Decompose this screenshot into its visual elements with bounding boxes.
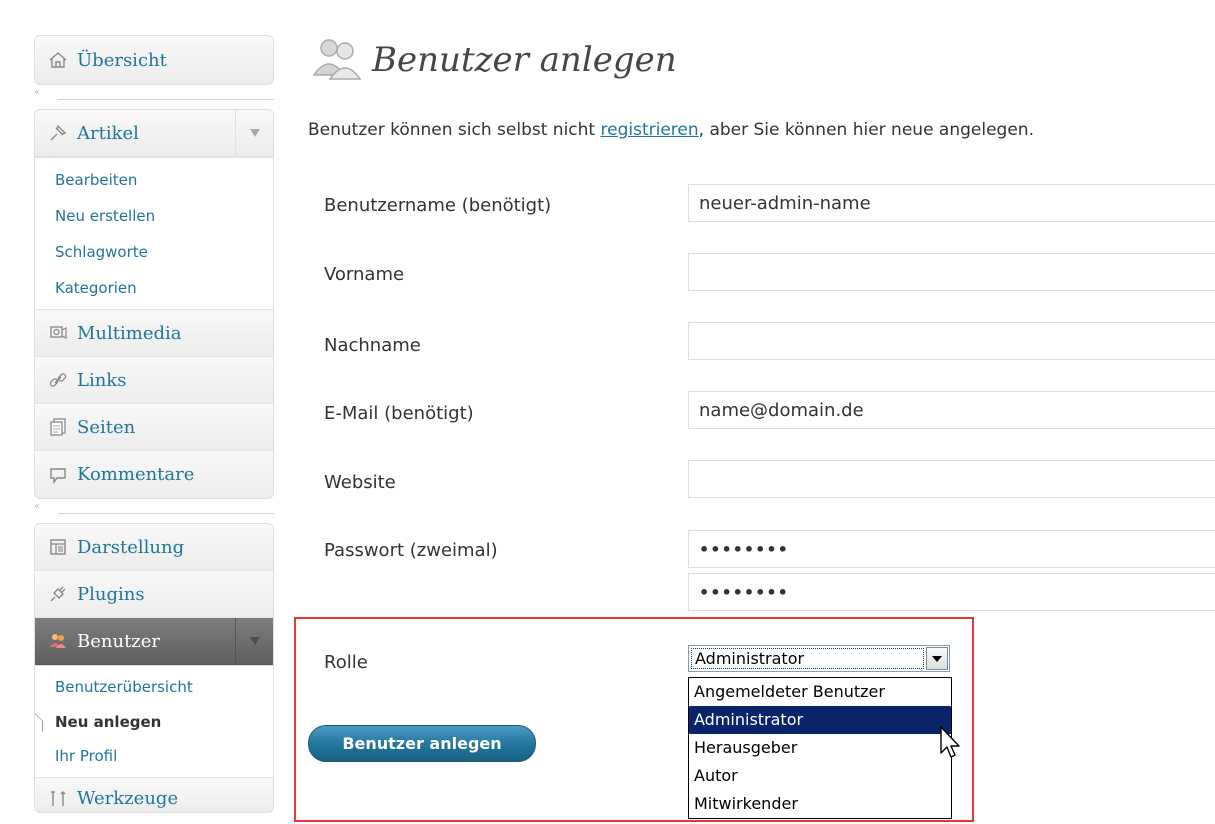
- tools-icon: [47, 788, 69, 810]
- menu-label-comments: Kommentare: [77, 464, 195, 485]
- submenu-add-new-user[interactable]: Neu anlegen: [35, 705, 273, 740]
- role-option-subscriber[interactable]: Angemeldeter Benutzer: [689, 678, 951, 706]
- firstname-label: Vorname: [324, 264, 405, 285]
- submenu-edit-posts[interactable]: Bearbeiten: [35, 162, 273, 198]
- menu-label-links: Links: [77, 369, 127, 391]
- users-submenu: Benutzerübersicht Neu anlegen Ihr Profil: [35, 665, 273, 778]
- menu-label-posts: Artikel: [77, 122, 139, 144]
- submenu-categories[interactable]: Kategorien: [35, 270, 273, 306]
- role-option-contributor[interactable]: Mitwirkender: [689, 790, 951, 818]
- intro-text: Benutzer können sich selbst nicht regist…: [308, 120, 1034, 140]
- intro-text-before: Benutzer können sich selbst nicht: [308, 120, 601, 140]
- menu-label-users: Benutzer: [77, 630, 161, 652]
- menu-label-pages: Seiten: [77, 416, 136, 438]
- username-label: Benutzername (benötigt): [324, 195, 552, 216]
- email-label: E-Mail (benötigt): [324, 403, 474, 424]
- website-field[interactable]: [688, 460, 1215, 498]
- menu-label-media: Multimedia: [77, 322, 182, 344]
- website-label: Website: [324, 472, 396, 493]
- page-title-text: Benutzer anlegen: [372, 40, 677, 80]
- page-title: Benutzer anlegen: [310, 30, 677, 90]
- chevron-down-icon: [249, 129, 260, 137]
- register-link[interactable]: registrieren: [601, 120, 699, 140]
- chevron-down-icon-users: [249, 637, 260, 645]
- media-icon: [47, 322, 69, 344]
- role-option-author[interactable]: Autor: [689, 762, 951, 790]
- password-label: Passwort (zweimal): [324, 540, 498, 561]
- home-icon: [47, 49, 69, 71]
- plug-icon: [47, 583, 69, 605]
- posts-toggle[interactable]: [235, 110, 273, 156]
- main-content: Benutzer anlegen Benutzer können sich se…: [290, 0, 1215, 824]
- role-option-administrator[interactable]: Administrator: [689, 706, 951, 734]
- menu-item-dashboard[interactable]: Übersicht: [35, 36, 273, 84]
- role-option-editor[interactable]: Herausgeber: [689, 734, 951, 762]
- admin-sidebar: Übersicht « Artikel Bearbeiten Neu erste…: [34, 35, 274, 813]
- lastname-label: Nachname: [324, 335, 421, 356]
- password-field[interactable]: ••••••••: [688, 530, 1215, 568]
- lastname-field[interactable]: [688, 322, 1215, 360]
- chain-link-icon: [47, 369, 69, 391]
- users-toggle[interactable]: [235, 618, 273, 664]
- posts-submenu: Bearbeiten Neu erstellen Schlagworte Kat…: [35, 157, 273, 310]
- menu-item-pages[interactable]: Seiten: [35, 404, 273, 451]
- add-user-button[interactable]: Benutzer anlegen: [308, 725, 536, 762]
- dashboard-menu: Übersicht: [34, 35, 274, 85]
- mouse-cursor-icon: [940, 726, 960, 758]
- password-confirm-field[interactable]: ••••••••: [688, 573, 1215, 611]
- role-selected-value: Administrator: [691, 648, 924, 669]
- username-field[interactable]: neuer-admin-name: [688, 184, 1215, 222]
- role-options-list: Angemeldeter Benutzer Administrator Hera…: [688, 677, 952, 819]
- users-large-icon: [310, 35, 364, 85]
- users-icon: [47, 630, 69, 652]
- content-menu: Artikel Bearbeiten Neu erstellen Schlagw…: [34, 109, 274, 499]
- menu-item-plugins[interactable]: Plugins: [35, 571, 273, 618]
- collapse-arrows-icon-2[interactable]: «: [34, 501, 40, 512]
- firstname-field[interactable]: [688, 253, 1215, 291]
- menu-item-media[interactable]: Multimedia: [35, 310, 273, 357]
- menu-label-plugins: Plugins: [77, 583, 145, 605]
- menu-item-users[interactable]: Benutzer: [35, 618, 273, 665]
- menu-item-links[interactable]: Links: [35, 357, 273, 404]
- collapse-arrows-icon[interactable]: «: [34, 87, 40, 98]
- appearance-icon: [47, 536, 69, 558]
- admin-menu: Darstellung Plugins Benutzer Benutzerübe…: [34, 523, 274, 813]
- menu-item-appearance[interactable]: Darstellung: [35, 524, 273, 571]
- menu-separator: «: [34, 85, 274, 109]
- menu-item-tools[interactable]: Werkzeuge: [35, 777, 273, 812]
- submenu-tags[interactable]: Schlagworte: [35, 234, 273, 270]
- submenu-all-users[interactable]: Benutzerübersicht: [35, 670, 273, 705]
- pages-icon: [47, 416, 69, 438]
- menu-item-comments[interactable]: Kommentare: [35, 451, 273, 498]
- role-select[interactable]: Administrator: [688, 645, 950, 672]
- menu-label-tools: Werkzeuge: [77, 787, 179, 809]
- intro-text-after: , aber Sie können hier neue angelegen.: [698, 120, 1034, 140]
- submenu-new-post[interactable]: Neu erstellen: [35, 198, 273, 234]
- speech-bubble-icon: [47, 464, 69, 486]
- pushpin-icon: [47, 122, 69, 144]
- menu-separator-2: «: [34, 499, 274, 523]
- dropdown-arrow-icon[interactable]: [926, 647, 948, 670]
- menu-label-dashboard: Übersicht: [77, 49, 167, 71]
- submenu-your-profile[interactable]: Ihr Profil: [35, 739, 273, 774]
- menu-label-appearance: Darstellung: [77, 536, 185, 558]
- menu-item-posts[interactable]: Artikel: [35, 110, 273, 157]
- email-field[interactable]: name@domain.de: [688, 391, 1215, 429]
